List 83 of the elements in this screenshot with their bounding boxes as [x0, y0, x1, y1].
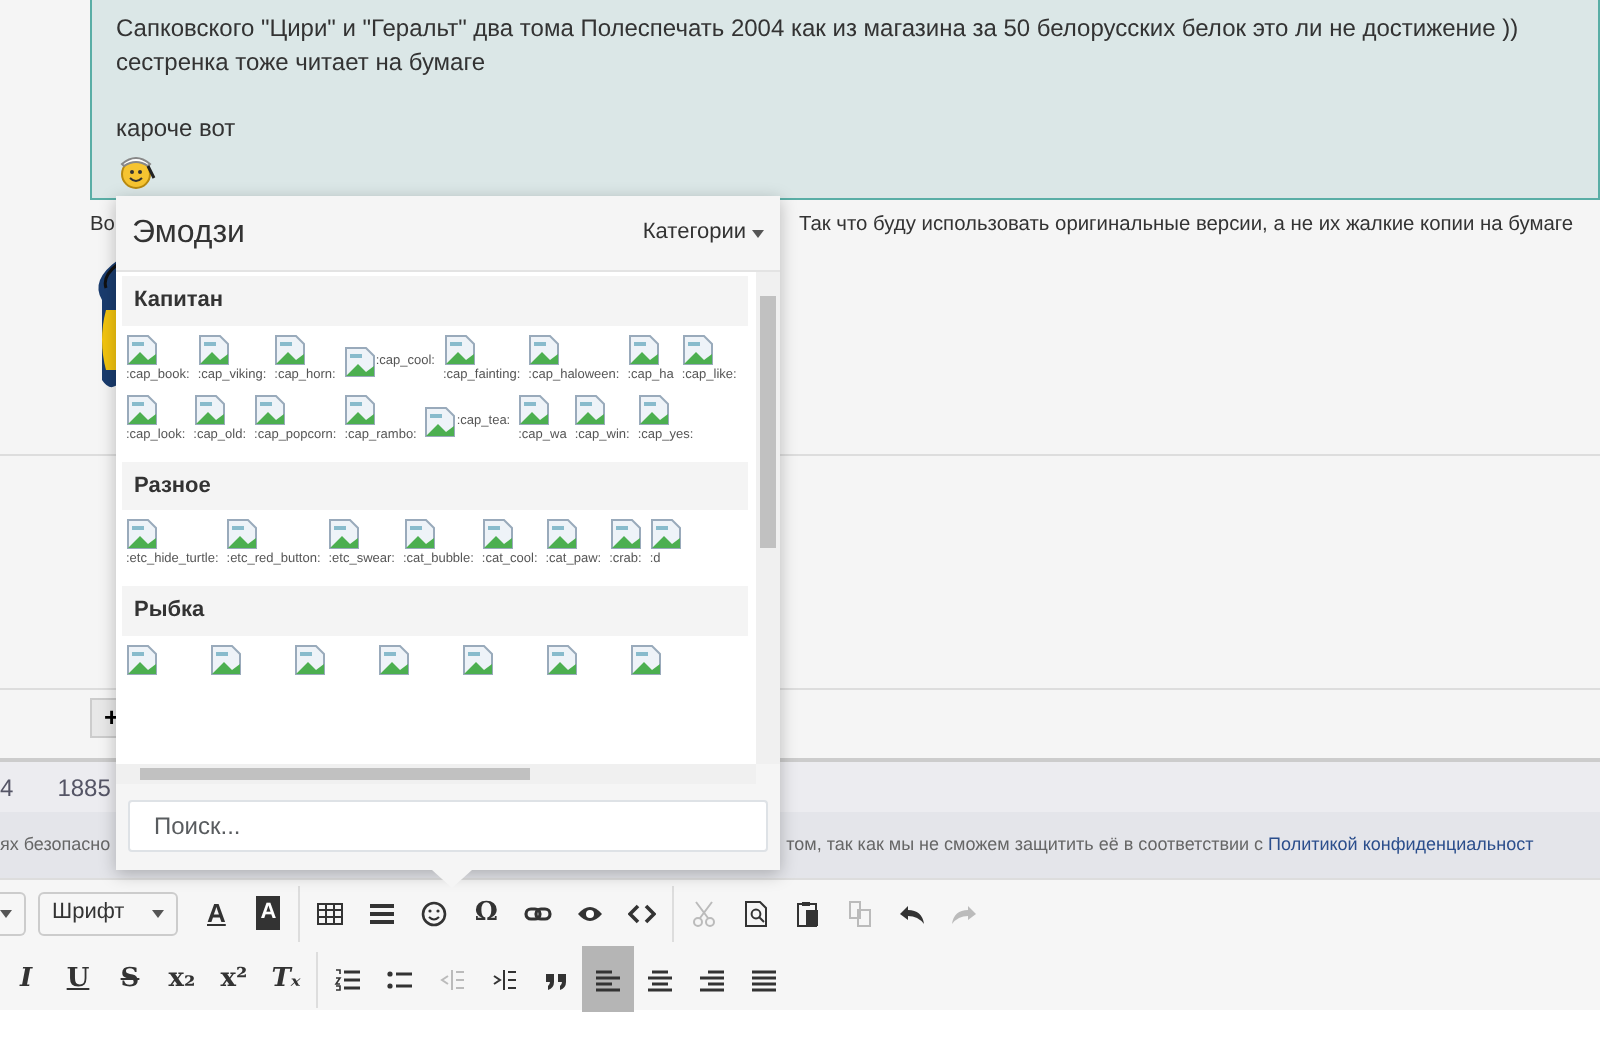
align-left-icon [594, 965, 622, 993]
broken-image-icon [210, 643, 242, 675]
broken-image-icon [609, 518, 642, 550]
scrollbar-thumb[interactable] [760, 296, 776, 548]
broken-image-icon [328, 518, 361, 550]
horizontal-lines-icon [368, 899, 397, 927]
broken-image-icon [344, 393, 377, 425]
clipboard-icon [794, 899, 823, 927]
broken-image-icon [274, 333, 307, 365]
broken-image-icon [574, 393, 607, 425]
smiley-icon [420, 899, 449, 927]
notice-text: том, так как мы не сможем защитить её в соответствии с Политикой конфиденциальност [786, 831, 1534, 858]
copy-icon [846, 899, 875, 927]
bullet-list-icon [386, 965, 414, 993]
broken-image-icon [294, 643, 326, 675]
broken-image-icon [627, 333, 660, 365]
format-button[interactable]: Tₓ [260, 946, 312, 1012]
broken-image-icon [546, 643, 578, 675]
broken-image-icon [681, 333, 714, 365]
search-field[interactable]: Поиск... [128, 800, 768, 852]
broken-image-icon [126, 393, 158, 425]
broken-image-icon [528, 333, 561, 365]
categories-dropdown[interactable]: Категории [642, 216, 764, 250]
caret-icon [752, 229, 764, 237]
scissors-icon [690, 899, 719, 927]
category-header: Рыбка [122, 586, 748, 635]
background-color-button[interactable]: A [242, 880, 295, 946]
category-header: Капитан [122, 276, 748, 325]
format-button[interactable]: I [0, 946, 52, 1012]
stat-number: 1885 [57, 771, 111, 805]
broken-image-icon [424, 405, 457, 437]
broken-image-icon [254, 393, 287, 425]
caret-icon [152, 909, 165, 917]
format-button[interactable]: U [52, 946, 104, 1012]
caret-icon [0, 909, 12, 917]
align-center-icon [646, 965, 674, 993]
broken-image-icon [649, 518, 682, 550]
text-color-button[interactable]: A [190, 880, 243, 946]
text-line: сестренка тоже читает на бумаге [116, 46, 488, 80]
popup-title: Эмодзи [132, 213, 245, 253]
broken-image-icon [545, 518, 578, 550]
dropdown-label: Шрифт [52, 898, 125, 929]
scrollbar[interactable] [756, 272, 780, 764]
table-icon [316, 899, 345, 927]
format-button[interactable]: S [104, 946, 156, 1012]
broken-image-icon [518, 393, 551, 425]
broken-image-icon [481, 518, 514, 550]
align-left-button[interactable] [582, 946, 634, 1012]
post-text: Во [90, 212, 115, 240]
scrollbar[interactable] [116, 764, 756, 784]
broken-image-icon [193, 393, 226, 425]
privacy-policy-link[interactable]: Политикой конфиденциальност [1268, 833, 1534, 854]
post-text: Так что буду использовать оригинальные версии, а не их жалкие копии на бумаге [798, 212, 1574, 240]
broken-image-icon [462, 643, 494, 675]
format-button[interactable]: Ω [460, 880, 513, 946]
justify-icon [750, 965, 778, 993]
stat-number: 4 [0, 771, 14, 805]
category-header: Разное [122, 461, 748, 510]
broken-image-icon [197, 333, 230, 365]
broken-image-icon [443, 333, 475, 365]
align-right-icon [698, 965, 726, 993]
indent-icon [490, 965, 518, 993]
broken-image-icon [126, 518, 158, 550]
broken-image-icon [637, 393, 670, 425]
dropdown[interactable] [0, 891, 26, 935]
broken-image-icon [126, 643, 158, 675]
code-icon [628, 899, 657, 927]
text-line: Сапковского "Цири" и "Геральт" два тома Полеспечать 2004 как из магазина за 50 белорусских белок это ли не достижение )) [116, 12, 1521, 46]
format-button[interactable]: x₂ [156, 946, 208, 1012]
broken-image-icon [630, 643, 662, 675]
broken-image-icon [226, 518, 259, 550]
scrollbar-thumb[interactable] [140, 768, 530, 780]
broken-image-icon [126, 333, 158, 365]
numbered-list-icon [334, 965, 362, 993]
format-button[interactable]: x² [208, 946, 260, 1012]
document-search-icon [742, 899, 771, 927]
notice-text: ях безопасно [0, 831, 111, 858]
broken-image-icon [403, 518, 435, 550]
font-dropdown[interactable]: Шрифт [38, 891, 179, 935]
broken-image-icon [343, 345, 376, 377]
broken-image-icon [378, 643, 410, 675]
text-line: кароче вот [116, 112, 238, 146]
outdent-icon [438, 965, 466, 993]
